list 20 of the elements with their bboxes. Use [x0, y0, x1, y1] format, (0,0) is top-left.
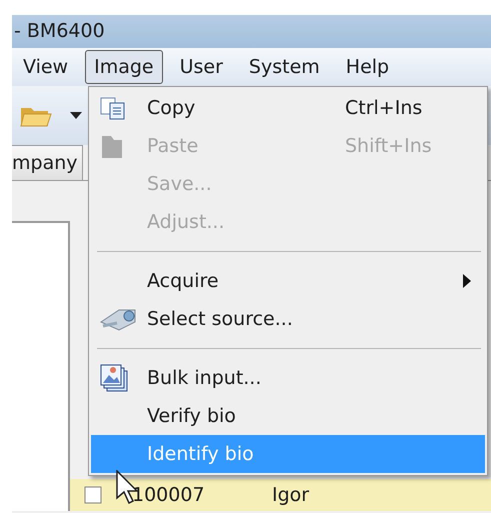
table-cell-text: 100007: [131, 482, 206, 508]
window-title: - BM6400: [14, 20, 105, 42]
pictures-icon: [99, 363, 129, 393]
menu-item[interactable]: Select source...: [91, 300, 485, 338]
table-cell-text: Igor: [271, 482, 310, 508]
menu-item[interactable]: Help: [336, 50, 398, 84]
menu-item[interactable]: System: [240, 50, 329, 84]
menu-item[interactable]: View: [14, 50, 78, 84]
caret-icon[interactable]: [70, 112, 82, 120]
menu-item[interactable]: Copy Ctrl+Ins: [91, 89, 485, 127]
shortcut-label: Ctrl+Ins: [345, 96, 424, 121]
shortcut-label: Shift+Ins: [345, 134, 433, 159]
menu-item[interactable]: Acquire: [91, 262, 485, 300]
menu-item[interactable]: Bulk input...: [91, 359, 485, 397]
menu-item[interactable]: Image: [85, 50, 163, 84]
menu-item[interactable]: User: [170, 50, 232, 84]
menu-item[interactable]: Verify bio: [91, 397, 485, 435]
tab[interactable]: mpany: [12, 145, 82, 181]
checkbox[interactable]: [84, 486, 102, 504]
copy-icon: [99, 96, 127, 120]
